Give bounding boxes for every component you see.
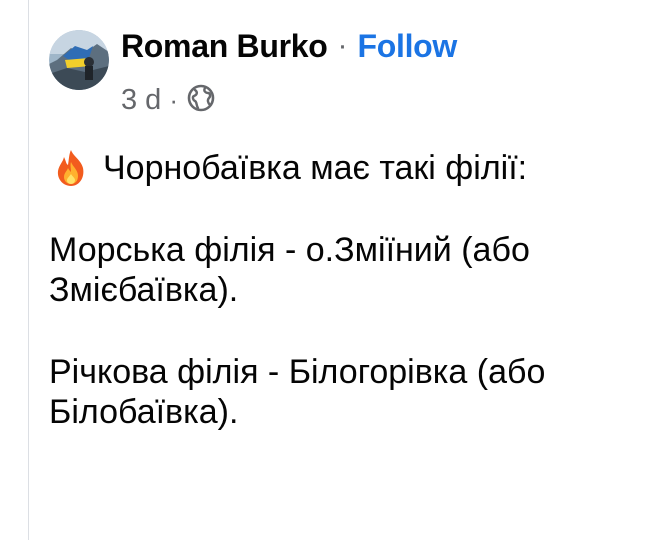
fire-icon <box>57 150 84 186</box>
post-card: Roman Burko · Follow 3 d · Чорнобаївка м… <box>0 0 670 540</box>
post-paragraph: Морська філія - о.Зміїний (або Змієбаївк… <box>49 230 654 310</box>
post-meta: 3 d · <box>121 80 216 120</box>
follow-button[interactable]: Follow <box>358 28 458 65</box>
globe-icon[interactable] <box>186 83 216 118</box>
paragraph-text: Чорнобаївка має такі філії: <box>103 149 528 187</box>
header-separator: · <box>337 29 348 62</box>
avatar-image <box>49 30 109 90</box>
author-name[interactable]: Roman Burko <box>121 28 328 65</box>
post-text: Чорнобаївка має такі філії: Морська філі… <box>49 148 654 474</box>
post-paragraph: Річкова філія - Білогорівка (або Білобаї… <box>49 352 654 432</box>
paragraph-text: Морська філія - о.Зміїний (або Змієбаївк… <box>49 231 530 309</box>
post-timestamp[interactable]: 3 d <box>121 84 161 117</box>
avatar[interactable] <box>49 30 109 90</box>
post-paragraph: Чорнобаївка має такі філії: <box>49 148 654 188</box>
paragraph-text: Річкова філія - Білогорівка (або Білобаї… <box>49 353 546 431</box>
post-header: Roman Burko · Follow <box>121 24 457 68</box>
meta-separator: · <box>169 84 178 115</box>
